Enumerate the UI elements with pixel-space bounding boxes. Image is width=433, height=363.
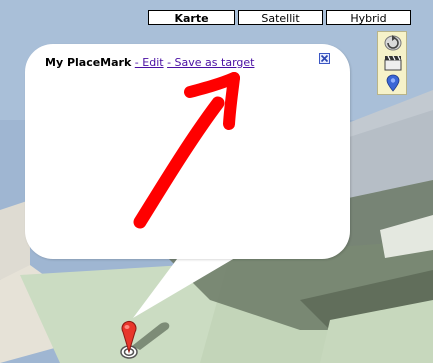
info-window: My PlaceMark - Edit - Save as target — [25, 44, 350, 259]
map-type-hybrid-button[interactable]: Hybrid — [326, 10, 411, 25]
red-placemark-pin-icon — [120, 320, 138, 359]
save-as-target-link[interactable]: - Save as target — [167, 56, 254, 69]
map-type-control: Karte Satellit Hybrid — [148, 10, 411, 25]
map-canvas[interactable]: My PlaceMark - Edit - Save as target Kar… — [0, 0, 433, 363]
close-icon — [320, 54, 329, 63]
rotate-button[interactable] — [382, 34, 404, 52]
clapperboard-button[interactable] — [382, 54, 404, 72]
edit-link[interactable]: - Edit — [135, 56, 164, 69]
placemark-tool-button[interactable] — [382, 74, 404, 92]
rotate-icon — [384, 35, 402, 51]
map-tool-panel — [377, 31, 407, 95]
info-window-header: My PlaceMark - Edit - Save as target — [45, 56, 254, 69]
map-type-satellit-button[interactable]: Satellit — [238, 10, 323, 25]
close-button[interactable] — [319, 53, 330, 64]
clapperboard-icon — [384, 55, 402, 71]
placemark-title: My PlaceMark — [45, 56, 132, 69]
placemark-marker[interactable] — [114, 318, 144, 360]
map-type-karte-button[interactable]: Karte — [148, 10, 235, 25]
placemark-pin-icon — [386, 74, 400, 92]
